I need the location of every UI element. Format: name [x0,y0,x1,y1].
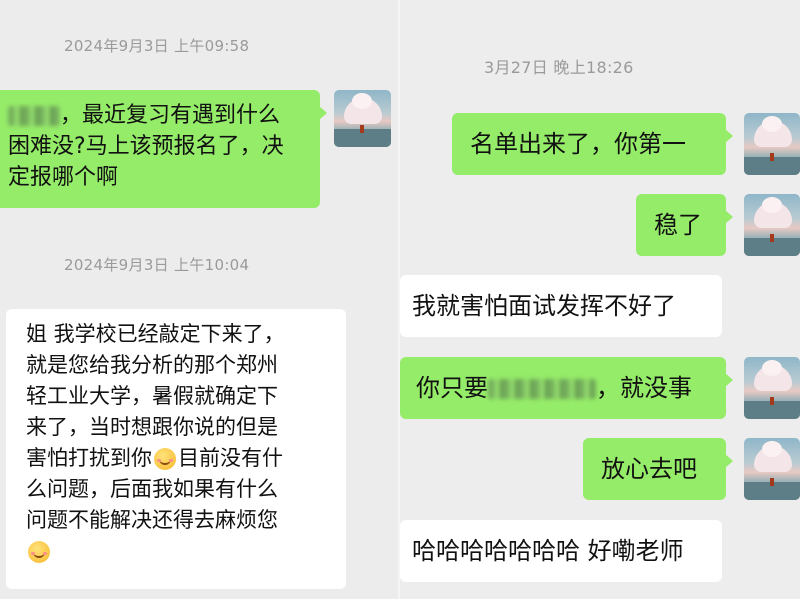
smiling-face-icon [154,448,176,470]
received-message-bubble[interactable]: 姐 我学校已经敲定下来了， 就是您给我分析的那个郑州 轻工业大学，暑假就确定下 … [6,309,346,589]
timestamp: 2024年9月3日 上午10:04 [64,256,250,274]
message-line: 姐 我学校已经敲定下来了， [26,322,285,346]
message-line: 害怕打扰到你 目前没有什 [26,446,283,470]
user-avatar[interactable] [744,194,800,256]
user-avatar[interactable] [334,90,391,147]
user-avatar[interactable] [744,113,800,175]
message-line: ，最近复习有遇到什么 [8,100,306,131]
received-message-bubble[interactable]: 我就害怕面试发挥不好了 [400,275,722,337]
received-message-bubble[interactable]: 哈哈哈哈哈哈哈 好嘞老师 [400,520,722,582]
smiling-face-icon [28,541,50,563]
message-line: 问题不能解决还得去麻烦您 [26,508,278,532]
sent-message-bubble[interactable]: 稳了 [636,194,733,256]
blurred-text [488,379,596,399]
timestamp: 2024年9月3日 上午09:58 [64,37,250,55]
right-chat-panel: 3月27日 晚上18:26 名单出来了，你第一 稳了 我就害怕面试发挥不好了 你… [400,0,800,599]
sent-message-bubble[interactable]: 名单出来了，你第一 [452,113,733,175]
sent-message-bubble[interactable]: 放心去吧 [583,438,733,500]
blurred-name [8,106,60,126]
message-line: 就是您给我分析的那个郑州 [26,353,278,377]
message-line: 困难没?马上该预报名了，决 [8,134,284,159]
user-avatar[interactable] [744,357,800,419]
message-line: 定报哪个啊 [8,165,119,190]
message-line [26,536,336,567]
message-line: 么问题，后面我如果有什么 [26,477,278,501]
sent-message-bubble[interactable]: 你只要 ，就没事 [400,357,733,419]
left-chat-panel: 2024年9月3日 上午09:58 ，最近复习有遇到什么 困难没?马上该预报名了… [0,0,400,599]
message-line: 来了，当时想跟你说的但是 [26,415,278,439]
sent-message-bubble[interactable]: ，最近复习有遇到什么 困难没?马上该预报名了，决 定报哪个啊 [0,90,327,208]
message-line: 轻工业大学，暑假就确定下 [26,384,278,408]
timestamp: 3月27日 晚上18:26 [484,58,634,77]
user-avatar[interactable] [744,438,800,500]
